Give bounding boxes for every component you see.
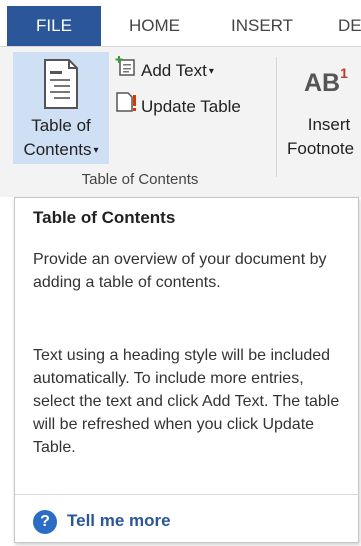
tab-file[interactable]: FILE: [7, 6, 101, 46]
tooltip-divider: [15, 494, 358, 495]
add-text-icon: [115, 55, 141, 88]
group-divider: [276, 57, 277, 177]
insert-footnote-label-line2[interactable]: Footnote: [287, 137, 361, 161]
tell-me-more-label: Tell me more: [67, 511, 171, 530]
tab-home[interactable]: HOME: [129, 0, 180, 46]
ribbon-tab-bar: FILE HOME INSERT DE: [0, 0, 361, 46]
toc-label-line1: Table of: [31, 116, 91, 135]
update-table-label: Update Table: [141, 97, 241, 116]
footnote-icon[interactable]: AB1: [304, 65, 348, 98]
toc-document-icon: [43, 58, 79, 115]
ribbon-panel: Table of Contents ▾ Add Text ▾ Update Tabl…: [0, 46, 361, 197]
tell-me-more-link[interactable]: ? Tell me more: [33, 508, 171, 534]
chevron-down-icon: ▾: [208, 66, 214, 77]
update-table-icon: [115, 91, 141, 124]
tooltip-details: Text using a heading style will be inclu…: [33, 347, 340, 456]
toc-tooltip: Table of Contents Provide an overview of…: [14, 197, 359, 543]
tooltip-description: Provide an overview of your document by …: [33, 251, 327, 291]
help-icon: ?: [33, 509, 57, 534]
add-text-button[interactable]: Add Text ▾: [115, 55, 214, 87]
toc-label-text: Contents: [23, 140, 92, 159]
insert-footnote-label-line1[interactable]: Insert: [284, 113, 361, 137]
table-of-contents-button[interactable]: Table of Contents ▾: [13, 52, 109, 164]
tab-design[interactable]: DE: [338, 0, 361, 46]
add-text-label: Add Text: [141, 61, 207, 80]
footnote-icon-text: AB: [304, 69, 341, 97]
footnote-icon-superscript: 1: [340, 65, 348, 81]
tooltip-title: Table of Contents: [33, 208, 176, 227]
group-label-table-of-contents: Table of Contents: [81, 171, 199, 188]
toc-label-line2: Contents ▾: [13, 138, 109, 163]
tab-insert[interactable]: INSERT: [231, 0, 293, 46]
chevron-down-icon: ▾: [93, 145, 99, 156]
update-table-button[interactable]: Update Table: [115, 91, 241, 123]
